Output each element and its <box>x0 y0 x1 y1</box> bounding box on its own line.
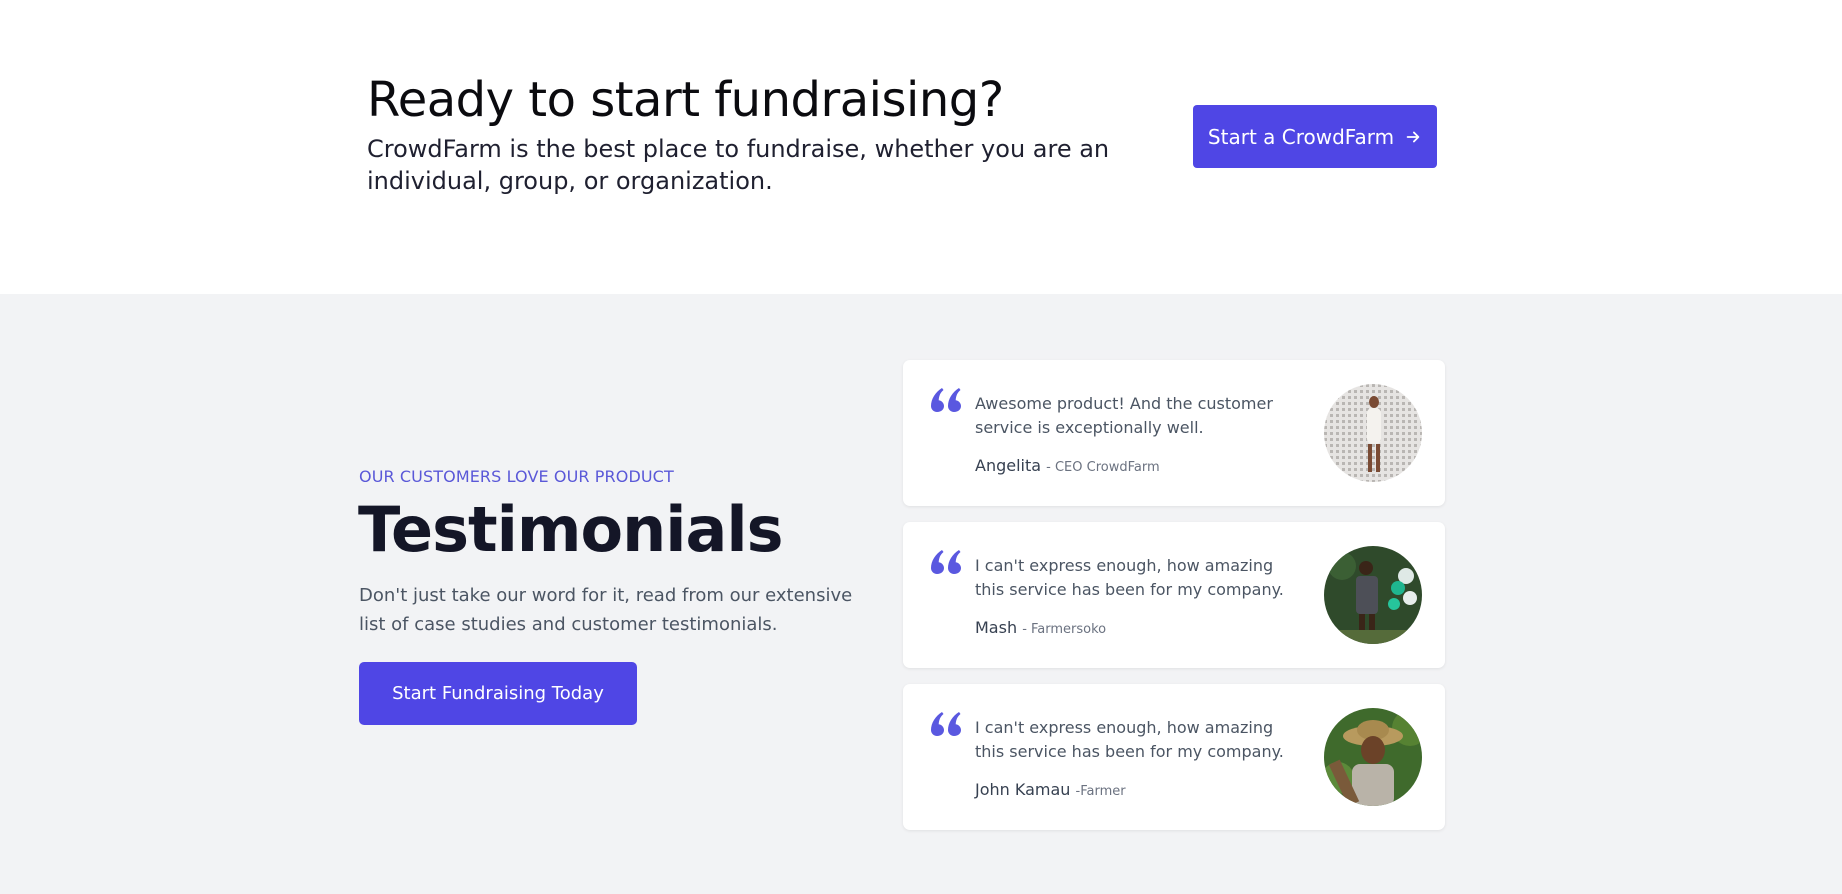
testimonial-author: Angelita - CEO CrowdFarm <box>975 456 1160 475</box>
author-role: -Farmer <box>1075 784 1126 799</box>
start-fundraising-button[interactable]: Start Fundraising Today <box>359 662 637 725</box>
author-name: Angelita <box>975 456 1042 475</box>
cta-title: Ready to start fundraising? <box>367 72 1004 128</box>
avatar <box>1324 708 1422 806</box>
quote-icon <box>931 550 961 574</box>
testimonial-card: I can't express enough, how amazing this… <box>903 522 1445 668</box>
author-name: Mash <box>975 618 1018 637</box>
author-name: John Kamau <box>975 780 1071 799</box>
testimonials-section: OUR CUSTOMERS LOVE OUR PRODUCT Testimoni… <box>0 294 1842 894</box>
testimonials-title: Testimonials <box>358 493 783 566</box>
arrow-right-icon <box>1406 131 1420 142</box>
quote-icon <box>931 388 961 412</box>
quote-icon <box>931 712 961 736</box>
start-crowdfarm-button[interactable]: Start a CrowdFarm <box>1193 105 1437 168</box>
author-role: - Farmersoko <box>1022 622 1107 637</box>
testimonial-quote: I can't express enough, how amazing this… <box>975 556 1284 599</box>
testimonial-author: John Kamau -Farmer <box>975 780 1126 799</box>
testimonial-card: Awesome product! And the customer servic… <box>903 360 1445 506</box>
testimonials-description: Don't just take our word for it, read fr… <box>359 585 853 635</box>
avatar <box>1324 546 1422 644</box>
testimonial-quote: Awesome product! And the customer servic… <box>975 394 1273 437</box>
cta-section: Ready to start fundraising? CrowdFarm is… <box>0 0 1842 294</box>
testimonial-author: Mash - Farmersoko <box>975 618 1106 637</box>
start-crowdfarm-label: Start a CrowdFarm <box>1207 124 1395 149</box>
author-role: - CEO CrowdFarm <box>1046 460 1160 475</box>
testimonial-quote: I can't express enough, how amazing this… <box>975 718 1284 761</box>
cta-description: CrowdFarm is the best place to fundraise… <box>367 135 1110 195</box>
testimonials-eyebrow: OUR CUSTOMERS LOVE OUR PRODUCT <box>359 467 674 486</box>
testimonial-card: I can't express enough, how amazing this… <box>903 684 1445 830</box>
avatar <box>1324 384 1422 482</box>
